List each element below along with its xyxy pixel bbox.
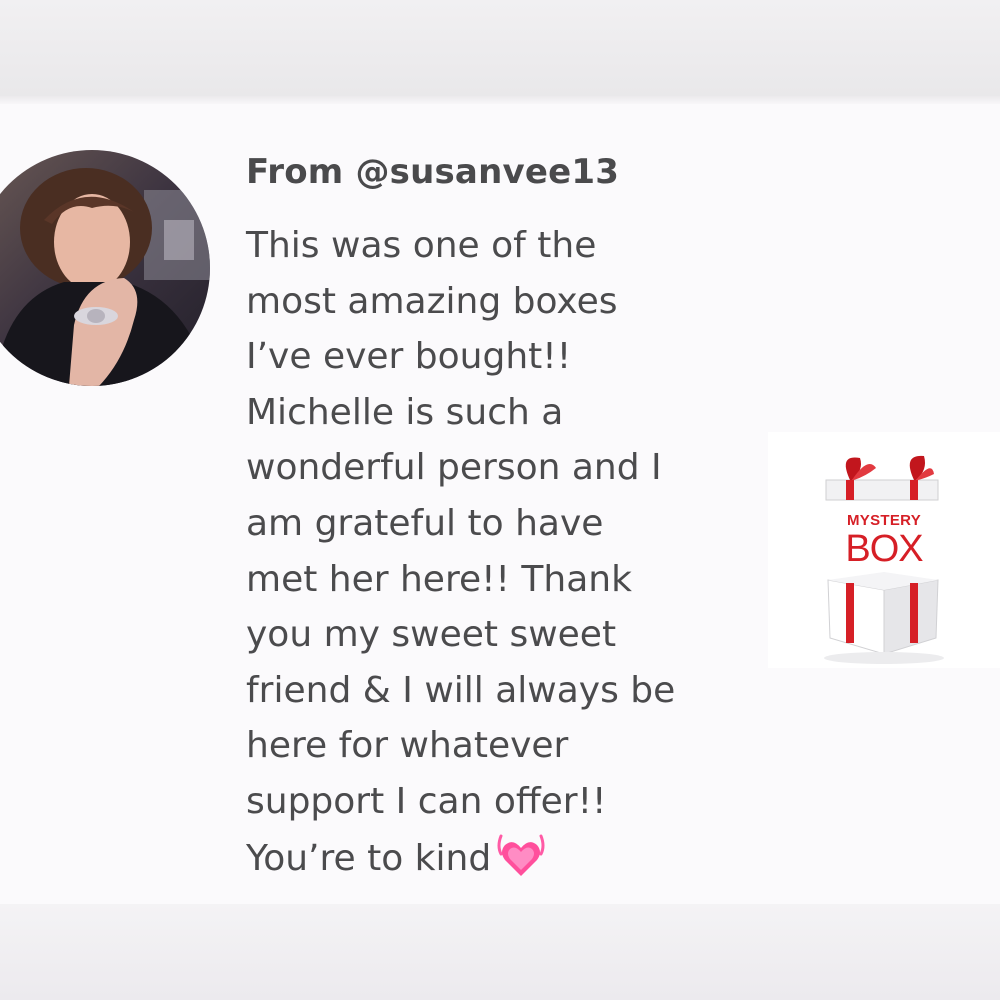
top-blurred-band: [0, 0, 1000, 96]
comment-line: I’ve ever bought!!: [246, 336, 572, 378]
comment-line: you my sweet sweet: [246, 614, 617, 656]
comment-line: Michelle is such a: [246, 391, 564, 433]
comment-line-text: You’re to kind: [246, 837, 492, 879]
comment-line: am grateful to have: [246, 502, 604, 544]
box-label: BOX: [845, 528, 923, 570]
divider: [0, 96, 1000, 104]
bottom-blurred-band: [0, 904, 1000, 1000]
comment-line: support I can offer!!: [246, 780, 607, 822]
growing-heart-icon: [495, 830, 547, 897]
mystery-box-image: MYSTERY BOX: [768, 432, 1000, 668]
author-label[interactable]: From @susanvee13: [246, 152, 619, 192]
comment-line-last: You’re to kind: [246, 830, 746, 897]
comment-line: This was one of the: [246, 225, 597, 266]
comment-line: friend & I will always be: [246, 669, 676, 711]
comment-line: wonderful person and I: [246, 447, 662, 489]
mystery-label: MYSTERY: [846, 512, 922, 529]
comment-line: met her here!! Thank: [246, 558, 632, 600]
comment-line: most amazing boxes: [246, 280, 618, 322]
comment-line: here for whatever: [246, 725, 569, 767]
comment-text: This was one of the most amazing boxes I…: [246, 218, 746, 896]
